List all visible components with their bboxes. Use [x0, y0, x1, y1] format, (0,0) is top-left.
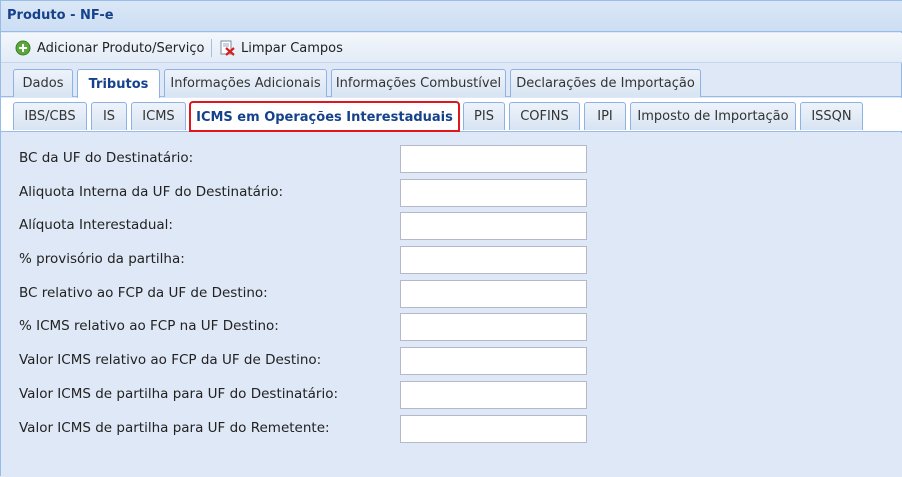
tributos-tabstrip: IBS/CBS IS ICMS ICMS em Operações Intere…	[1, 98, 902, 132]
field-label: % provisório da partilha:	[19, 251, 185, 267]
form-row: Valor ICMS de partilha para UF do Destin…	[1, 381, 902, 409]
field-label: BC relativo ao FCP da UF de Destino:	[19, 285, 268, 301]
percentual-icms-fcp-destino-input[interactable]	[400, 313, 587, 341]
form-row: Valor ICMS relativo ao FCP da UF de Dest…	[1, 347, 902, 375]
form-row: BC da UF do Destinatário:	[1, 145, 902, 173]
field-label: Alíquota Interestadual:	[19, 217, 173, 233]
add-product-label: Adicionar Produto/Serviço	[37, 40, 205, 56]
field-label: BC da UF do Destinatário:	[19, 150, 194, 166]
form-row: Aliquota Interna da UF do Destinatário:	[1, 179, 902, 207]
window-titlebar: Produto - NF-e	[1, 1, 902, 32]
add-product-button[interactable]: Adicionar Produto/Serviço	[15, 37, 204, 59]
percentual-provisorio-partilha-input[interactable]	[400, 246, 587, 274]
aliquota-interna-uf-destinatario-input[interactable]	[400, 179, 587, 207]
tab-label: Informações Combustível	[335, 76, 502, 91]
tab-pis[interactable]: PIS	[463, 102, 505, 130]
tab-label: PIS	[474, 109, 494, 124]
tab-dados[interactable]: Dados	[13, 69, 73, 97]
main-tabstrip: Dados Tributos Informações Adicionais In…	[1, 67, 902, 98]
tab-label: ICMS	[142, 109, 175, 124]
field-label: Valor ICMS de partilha para UF do Remete…	[19, 420, 330, 436]
tab-label: IBS/CBS	[24, 109, 76, 124]
field-label: Valor ICMS de partilha para UF do Destin…	[19, 386, 338, 402]
tab-informacoes-adicionais[interactable]: Informações Adicionais	[164, 69, 327, 97]
valor-icms-partilha-remetente-input[interactable]	[400, 415, 587, 443]
clear-fields-label: Limpar Campos	[241, 40, 343, 56]
valor-icms-partilha-destinatario-input[interactable]	[400, 381, 587, 409]
tab-declaracoes-importacao[interactable]: Declarações de Importação	[510, 69, 701, 97]
form-row: Alíquota Interestadual:	[1, 212, 902, 240]
field-label: Aliquota Interna da UF do Destinatário:	[19, 184, 284, 200]
form-row: % ICMS relativo ao FCP na UF Destino:	[1, 313, 902, 341]
tab-tributos[interactable]: Tributos	[77, 69, 160, 98]
tab-label: Dados	[22, 76, 64, 91]
form-row: % provisório da partilha:	[1, 246, 902, 274]
clear-fields-button[interactable]: Limpar Campos	[219, 37, 343, 59]
product-window: Produto - NF-e Adicionar Produto/Serviço…	[0, 0, 902, 477]
tab-issqn[interactable]: ISSQN	[800, 102, 863, 130]
tab-ipi[interactable]: IPI	[584, 102, 626, 130]
bc-uf-destinatario-input[interactable]	[400, 145, 587, 173]
tab-label: Imposto de Importação	[637, 109, 789, 124]
field-label: % ICMS relativo ao FCP na UF Destino:	[19, 318, 279, 334]
tab-icms-interestaduais[interactable]: ICMS em Operações Interestaduais	[189, 101, 460, 132]
tab-label: ICMS em Operações Interestaduais	[196, 109, 453, 125]
tab-label: ISSQN	[811, 109, 852, 124]
toolbar: Adicionar Produto/Serviço Limpar Campos	[1, 33, 902, 63]
tab-label: IS	[102, 109, 116, 124]
tab-ibs-cbs[interactable]: IBS/CBS	[13, 102, 87, 130]
plus-circle-icon	[15, 40, 31, 56]
tab-imposto-importacao[interactable]: Imposto de Importação	[630, 102, 796, 130]
icms-interestaduais-form: BC da UF do Destinatário: Aliquota Inter…	[1, 133, 902, 477]
form-row: Valor ICMS de partilha para UF do Remete…	[1, 415, 902, 443]
window-title: Produto - NF-e	[7, 8, 114, 23]
field-label: Valor ICMS relativo ao FCP da UF de Dest…	[19, 352, 322, 368]
tab-label: COFINS	[520, 109, 569, 124]
tab-label: IPI	[597, 109, 613, 124]
toolbar-separator	[211, 39, 212, 57]
eraser-x-icon	[220, 40, 235, 56]
tab-label: Declarações de Importação	[516, 76, 695, 91]
tab-icms[interactable]: ICMS	[131, 102, 186, 130]
form-row: BC relativo ao FCP da UF de Destino:	[1, 280, 902, 308]
tab-is[interactable]: IS	[91, 102, 127, 130]
tab-cofins[interactable]: COFINS	[509, 102, 580, 130]
tab-label: Tributos	[88, 76, 149, 92]
tab-informacoes-combustivel[interactable]: Informações Combustível	[331, 69, 506, 97]
valor-icms-fcp-destino-input[interactable]	[400, 347, 587, 375]
aliquota-interestadual-input[interactable]	[400, 212, 587, 240]
tab-label: Informações Adicionais	[170, 76, 321, 91]
bc-fcp-uf-destino-input[interactable]	[400, 280, 587, 308]
